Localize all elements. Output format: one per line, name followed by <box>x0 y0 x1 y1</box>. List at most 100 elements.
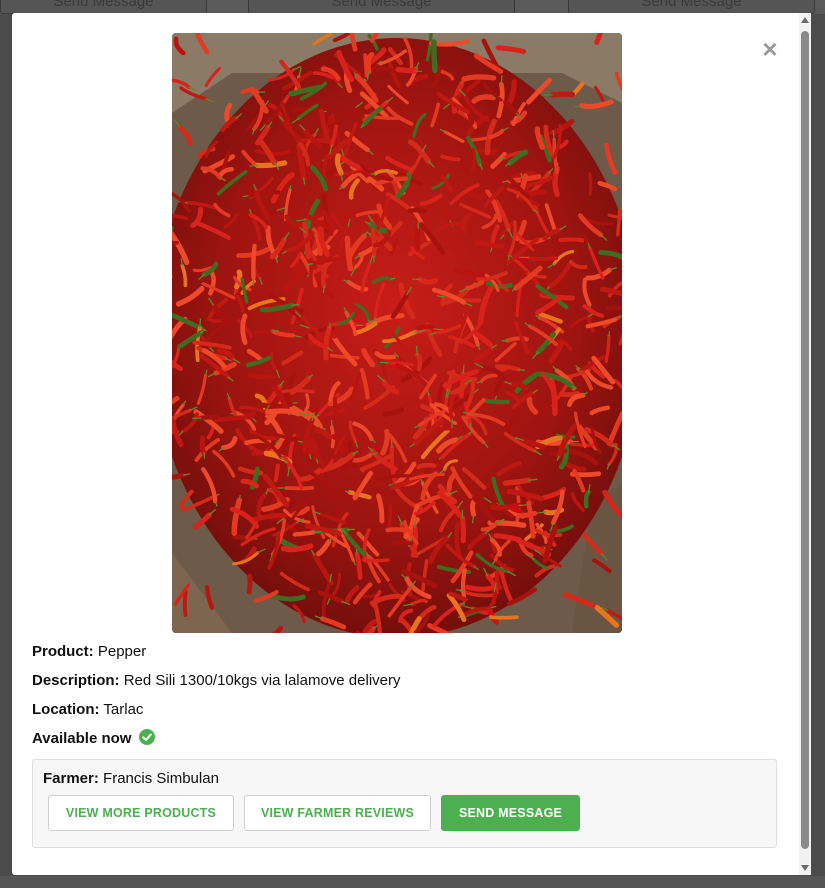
chili-stem <box>552 130 555 141</box>
chili-stem <box>199 318 202 329</box>
chili-pepper <box>431 39 438 74</box>
chili-stem <box>455 589 463 592</box>
chili-stem <box>238 495 241 501</box>
chili-stem <box>298 413 309 416</box>
scroll-up-arrow-icon[interactable] <box>801 17 809 23</box>
chili-pepper <box>304 393 310 411</box>
chili-pepper <box>465 584 498 592</box>
product-photo <box>172 33 622 633</box>
chili-pepper <box>172 240 180 245</box>
chili-stem <box>433 328 444 331</box>
chili-pepper <box>588 172 593 196</box>
chili-pepper <box>395 66 418 74</box>
chili-stem <box>322 285 325 294</box>
chili-pepper <box>489 502 522 511</box>
chili-stem <box>500 75 503 85</box>
chili-stem <box>303 177 306 185</box>
product-row: Product: Pepper <box>32 641 792 670</box>
chili-pepper <box>246 573 253 595</box>
chili-pepper <box>292 530 316 537</box>
chili-pepper <box>265 408 302 417</box>
chili-pepper <box>485 399 510 405</box>
chili-stem <box>451 418 454 429</box>
chili-pepper <box>616 209 622 237</box>
chili-stem <box>608 331 611 337</box>
scroll-thumb[interactable] <box>801 31 809 849</box>
chili-pepper <box>254 160 288 169</box>
chili-stem <box>242 195 249 198</box>
chili-pepper <box>549 91 576 98</box>
description-row: Description: Red Sili 1300/10kgs via lal… <box>32 670 792 699</box>
chili-pepper <box>526 255 559 261</box>
chili-pepper <box>172 472 187 480</box>
chili-pepper <box>182 589 188 618</box>
chili-pepper <box>332 396 339 418</box>
chili-pepper <box>417 277 438 285</box>
farmer-label: Farmer: <box>43 770 99 787</box>
chili-pepper <box>606 305 622 311</box>
description-label: Description: <box>32 672 120 689</box>
chili-stem <box>328 322 331 329</box>
chili-stem <box>312 530 322 534</box>
view-more-products-button[interactable]: VIEW MORE PRODUCTS <box>48 795 234 831</box>
chili-stem <box>389 277 396 280</box>
chili-pepper <box>273 463 280 483</box>
chili-stem <box>249 164 259 167</box>
product-name: Pepper <box>97 643 147 660</box>
chili-pepper <box>270 593 306 602</box>
chili-pepper <box>214 414 253 423</box>
background-send-message-button: Send Message <box>248 0 515 14</box>
chili-pepper <box>255 329 273 334</box>
chili-stem <box>289 185 292 191</box>
chili-pepper <box>435 426 458 431</box>
chili-pepper <box>281 388 315 394</box>
chili-pepper <box>461 74 497 82</box>
chili-pepper <box>583 490 591 509</box>
chili-pepper <box>489 615 519 620</box>
chili-stem <box>462 364 465 375</box>
chili-pepper <box>280 543 314 553</box>
scroll-down-arrow-icon[interactable] <box>801 865 809 871</box>
chili-pepper <box>516 510 538 518</box>
farmer-row: Farmer: Francis Simbulan <box>43 770 219 787</box>
send-message-button[interactable]: SEND MESSAGE <box>441 795 580 831</box>
chili-pepper <box>414 225 421 252</box>
description-text: Red Sili 1300/10kgs via lalamove deliver… <box>123 672 401 689</box>
chili-pepper <box>558 391 581 398</box>
background-send-message-button: Send Message <box>568 0 815 14</box>
chili-pepper <box>248 372 275 380</box>
chili-stem <box>414 70 423 73</box>
chili-pepper <box>416 324 437 332</box>
chili-pepper <box>284 485 315 491</box>
farmer-name: Francis Simbulan <box>103 770 219 787</box>
chili-pepper <box>502 477 532 486</box>
chili-pepper <box>460 515 467 544</box>
chili-pepper <box>391 540 414 546</box>
chili-pepper <box>198 414 220 421</box>
chili-pepper <box>416 463 437 470</box>
location-label: Location: <box>32 701 100 718</box>
chili-stem <box>415 345 418 356</box>
chili-stem <box>436 295 445 298</box>
chili-stem <box>518 504 528 507</box>
view-farmer-reviews-button[interactable]: VIEW FARMER REVIEWS <box>244 795 431 831</box>
chili-stem <box>517 368 526 371</box>
location-text: Tarlac <box>103 701 144 718</box>
availability-row: Available now <box>32 728 792 757</box>
background-send-message-button: Send Message <box>0 0 207 14</box>
chili-pepper <box>407 208 428 214</box>
product-details: Product: Pepper Description: Red Sili 13… <box>32 641 792 757</box>
chili-pepper <box>558 237 585 243</box>
chili-pepper <box>251 243 257 281</box>
chili-pepper <box>240 313 248 345</box>
product-modal: × Product: Pepper Description: Red Sili … <box>12 13 811 875</box>
scrollbar[interactable] <box>799 13 811 875</box>
close-button[interactable]: × <box>760 36 780 62</box>
chili-pepper <box>361 557 390 563</box>
farmer-card: Farmer: Francis Simbulan VIEW MORE PRODU… <box>32 759 777 848</box>
product-label: Product: <box>32 643 94 660</box>
check-circle-icon <box>138 729 155 752</box>
chili-pepper <box>460 568 467 602</box>
chili-pepper <box>370 227 377 259</box>
availability-status: Available now <box>32 730 132 747</box>
